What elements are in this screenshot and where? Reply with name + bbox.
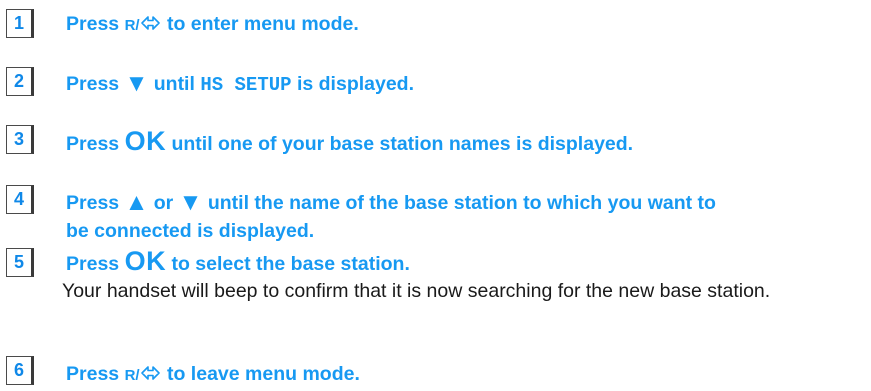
recall-arrow-icon — [140, 16, 160, 30]
instruction-text: until — [148, 73, 201, 95]
ok-key-label: OK — [124, 126, 167, 156]
instruction-text: until one of your base station names is … — [166, 133, 634, 155]
instruction-text: to select the base station. — [166, 253, 410, 275]
step-instruction: Press OK until one of your base station … — [66, 126, 861, 156]
ok-key-label: OK — [124, 246, 167, 276]
step-number-badge: 2 — [6, 67, 34, 96]
display-text: HS SETUP — [200, 74, 292, 96]
instruction-text: to leave menu mode. — [161, 363, 360, 385]
step-instruction: Press ▼ until HS SETUP is displayed. — [66, 72, 861, 97]
step-instruction: Press R/ to enter menu mode. — [66, 12, 861, 38]
instruction-text: or — [148, 192, 179, 214]
step-number-badge: 6 — [6, 356, 34, 385]
step-number-badge: 1 — [6, 9, 34, 38]
step-instruction: Press ▲ or ▼ until the name of the base … — [66, 191, 861, 215]
instruction-text: Press — [66, 13, 125, 35]
step-number-badge: 4 — [6, 185, 34, 214]
instruction-text: Press — [66, 133, 125, 155]
step-instruction-continued: be connected is displayed. — [66, 220, 315, 242]
step-number-badge: 3 — [6, 125, 34, 154]
instruction-text: Press — [66, 363, 125, 385]
step-instruction: Press R/ to leave menu mode. — [66, 362, 861, 388]
step-description: Your handset will beep to confirm that i… — [62, 280, 771, 302]
recall-key-label: R/ — [124, 17, 140, 34]
instruction-text: Press — [66, 253, 125, 275]
instruction-text: Press — [66, 192, 125, 214]
instruction-text: is displayed. — [291, 73, 415, 95]
instruction-text: until the name of the base station to wh… — [202, 192, 716, 214]
instruction-text: to enter menu mode. — [161, 13, 359, 35]
recall-key-label: R/ — [124, 367, 140, 384]
down-arrow-icon: ▼ — [124, 70, 149, 97]
step-instruction: Press OK to select the base station. — [66, 246, 861, 276]
down-arrow-icon: ▼ — [178, 189, 203, 216]
instruction-text: Press — [66, 73, 125, 95]
recall-arrow-icon — [140, 366, 160, 380]
up-arrow-icon: ▲ — [124, 189, 149, 216]
step-number-badge: 5 — [6, 248, 34, 277]
